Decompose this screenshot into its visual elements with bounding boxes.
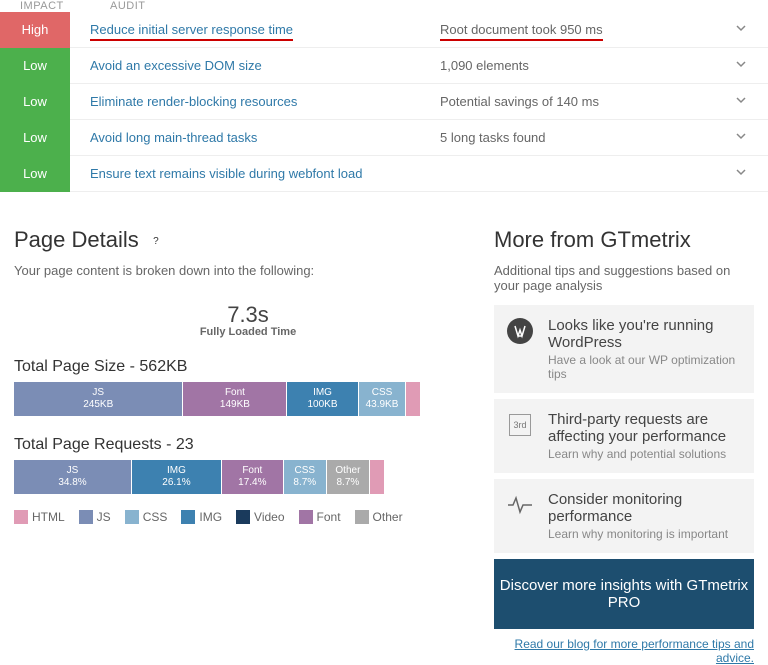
blog-link[interactable]: Read our blog for more performance tips … (494, 637, 754, 665)
legend: HTML JS CSS IMG Video Font Other (14, 510, 482, 524)
page-details-title: Page Details ? (14, 227, 482, 253)
audit-detail: 1,090 elements (440, 58, 726, 73)
bar-segment: CSS43.9KB (359, 382, 406, 416)
legend-item: CSS (125, 510, 168, 524)
tip-icon: 3rd (506, 411, 534, 439)
impact-badge: Low (0, 84, 70, 120)
chevron-down-icon[interactable] (726, 94, 756, 109)
impact-badge: Low (0, 120, 70, 156)
bar-segment: JS245KB (14, 382, 182, 416)
audit-row[interactable]: Low Eliminate render-blocking resources … (0, 84, 768, 120)
bar-segment: Font17.4% (222, 460, 283, 494)
bar-segment: JS34.8% (14, 460, 131, 494)
legend-item: Video (236, 510, 284, 524)
legend-item: HTML (14, 510, 65, 524)
requests-bar: JS34.8%IMG26.1%Font17.4%CSS8.7%Other8.7% (14, 460, 482, 494)
fully-loaded-time: 7.3s Fully Loaded Time (14, 292, 482, 338)
tip-row[interactable]: Looks like you're running WordPressHave … (494, 305, 754, 393)
audit-name[interactable]: Avoid long main-thread tasks (90, 130, 440, 145)
more-subtext: Additional tips and suggestions based on… (494, 263, 754, 293)
impact-badge: Low (0, 48, 70, 84)
chevron-down-icon[interactable] (726, 166, 756, 181)
audit-detail: 5 long tasks found (440, 130, 726, 145)
impact-badge: Low (0, 156, 70, 192)
tip-row[interactable]: 3rdThird-party requests are affecting yo… (494, 399, 754, 473)
audit-row[interactable]: Low Ensure text remains visible during w… (0, 156, 768, 192)
chevron-down-icon[interactable] (726, 22, 756, 37)
audit-row[interactable]: Low Avoid long main-thread tasks 5 long … (0, 120, 768, 156)
audit-header-label: AUDIT (110, 0, 146, 12)
more-title: More from GTmetrix (494, 227, 754, 253)
audit-row[interactable]: High Reduce initial server response time… (0, 12, 768, 48)
pro-promo[interactable]: Discover more insights with GTmetrix PRO (494, 559, 754, 629)
page-details-subtext: Your page content is broken down into th… (14, 263, 482, 278)
bar-segment: IMG100KB (287, 382, 357, 416)
legend-item: Other (355, 510, 403, 524)
audit-row[interactable]: Low Avoid an excessive DOM size 1,090 el… (0, 48, 768, 84)
bar-segment: Font149KB (183, 382, 286, 416)
audit-name[interactable]: Avoid an excessive DOM size (90, 58, 440, 73)
bar-segment (406, 382, 420, 416)
audit-table-header: IMPACT AUDIT (0, 0, 768, 12)
chevron-down-icon[interactable] (726, 130, 756, 145)
bar-segment: CSS8.7% (284, 460, 326, 494)
audit-name[interactable]: Eliminate render-blocking resources (90, 94, 440, 109)
legend-item: Font (299, 510, 341, 524)
tip-icon (506, 317, 534, 345)
bar-segment (370, 460, 384, 494)
audit-detail: Root document took 950 ms (440, 22, 726, 37)
audit-name[interactable]: Reduce initial server response time (90, 22, 440, 37)
tip-row[interactable]: Consider monitoring performanceLearn why… (494, 479, 754, 553)
impact-badge: High (0, 12, 70, 48)
help-icon[interactable]: ? (149, 234, 163, 248)
legend-item: IMG (181, 510, 222, 524)
legend-item: JS (79, 510, 111, 524)
total-page-size-title: Total Page Size - 562KB (14, 358, 482, 376)
bar-segment: IMG26.1% (132, 460, 221, 494)
impact-header: IMPACT (20, 0, 110, 12)
total-page-requests-title: Total Page Requests - 23 (14, 436, 482, 454)
tip-icon (506, 491, 534, 519)
audit-detail: Potential savings of 140 ms (440, 94, 726, 109)
audit-name[interactable]: Ensure text remains visible during webfo… (90, 166, 440, 181)
size-bar: JS245KBFont149KBIMG100KBCSS43.9KB (14, 382, 482, 416)
chevron-down-icon[interactable] (726, 58, 756, 73)
bar-segment: Other8.7% (327, 460, 369, 494)
